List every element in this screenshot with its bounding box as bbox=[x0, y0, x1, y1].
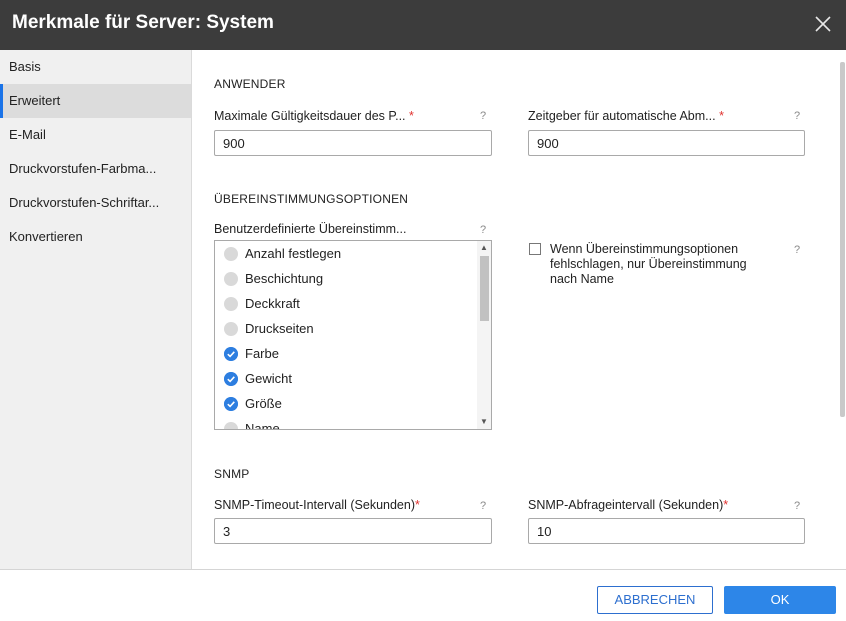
list-item-gewicht[interactable]: Gewicht bbox=[224, 369, 292, 389]
checkmark-icon bbox=[224, 346, 238, 361]
help-icon[interactable]: ? bbox=[480, 500, 486, 512]
sidebar-item-erweitert[interactable]: Erweitert bbox=[0, 84, 191, 118]
required-marker: * bbox=[719, 109, 724, 123]
scroll-down-icon[interactable]: ▼ bbox=[480, 417, 488, 426]
snmp-poll-label: SNMP-Abfrageintervall (Sekunden)* bbox=[528, 498, 729, 512]
required-marker: * bbox=[409, 109, 414, 123]
section-title-anwender: ANWENDER bbox=[214, 77, 286, 91]
list-item-groesse[interactable]: Größe bbox=[224, 394, 282, 414]
snmp-poll-input[interactable]: 10 bbox=[528, 518, 805, 544]
checkmark-icon bbox=[224, 371, 238, 386]
close-icon[interactable] bbox=[810, 11, 836, 37]
section-title-matching: ÜBEREINSTIMMUNGSOPTIONEN bbox=[214, 192, 409, 206]
unchecked-icon bbox=[224, 246, 238, 261]
list-scrollbar[interactable]: ▲ ▼ bbox=[477, 241, 491, 429]
help-icon[interactable]: ? bbox=[794, 500, 800, 512]
list-item-beschichtung[interactable]: Beschichtung bbox=[224, 269, 323, 289]
unchecked-icon bbox=[224, 296, 238, 311]
unchecked-icon bbox=[224, 321, 238, 336]
help-icon[interactable]: ? bbox=[794, 110, 800, 122]
cancel-button[interactable]: ABBRECHEN bbox=[597, 586, 713, 614]
scroll-up-icon[interactable]: ▲ bbox=[480, 243, 488, 252]
help-icon[interactable]: ? bbox=[480, 224, 486, 236]
list-item-druckseiten[interactable]: Druckseiten bbox=[224, 319, 314, 339]
snmp-timeout-label: SNMP-Timeout-Intervall (Sekunden)* bbox=[214, 498, 420, 512]
help-icon[interactable]: ? bbox=[794, 244, 800, 256]
list-item-anzahl-festlegen[interactable]: Anzahl festlegen bbox=[224, 244, 341, 264]
name-fallback-checkbox[interactable] bbox=[529, 243, 541, 255]
panel-scrollbar[interactable] bbox=[838, 50, 846, 569]
max-duration-input[interactable]: 900 bbox=[214, 130, 492, 156]
checkmark-icon bbox=[224, 396, 238, 411]
auto-logout-input[interactable]: 900 bbox=[528, 130, 805, 156]
sidebar-item-druckvorstufen-farbmanagement[interactable]: Druckvorstufen-Farbma... bbox=[0, 152, 191, 186]
sidebar-item-konvertieren[interactable]: Konvertieren bbox=[0, 220, 191, 254]
name-fallback-label: Wenn Übereinstimmungsoptionen fehlschlag… bbox=[550, 242, 747, 286]
list-item-deckkraft[interactable]: Deckkraft bbox=[224, 294, 300, 314]
unchecked-icon bbox=[224, 271, 238, 286]
custom-matching-label: Benutzerdefinierte Übereinstimm... bbox=[214, 222, 407, 236]
sidebar-item-email[interactable]: E-Mail bbox=[0, 118, 191, 152]
matching-options-list[interactable]: Anzahl festlegen Beschichtung Deckkraft … bbox=[214, 240, 492, 430]
required-marker: * bbox=[723, 498, 729, 512]
list-item-name[interactable]: Name bbox=[224, 419, 280, 429]
panel-scrollbar-thumb[interactable] bbox=[840, 62, 845, 417]
sidebar-item-basis[interactable]: Basis bbox=[0, 50, 191, 84]
dialog-footer: ABBRECHEN OK bbox=[0, 569, 846, 621]
max-duration-label: Maximale Gültigkeitsdauer des P... * bbox=[214, 109, 414, 123]
ok-button[interactable]: OK bbox=[724, 586, 836, 614]
snmp-timeout-input[interactable]: 3 bbox=[214, 518, 492, 544]
dialog-title: Merkmale für Server: System bbox=[12, 12, 274, 33]
required-marker: * bbox=[415, 498, 420, 512]
sidebar-item-druckvorstufen-schriftarten[interactable]: Druckvorstufen-Schriftar... bbox=[0, 186, 191, 220]
section-title-snmp: SNMP bbox=[214, 467, 250, 481]
settings-panel: ANWENDER Maximale Gültigkeitsdauer des P… bbox=[193, 50, 846, 569]
auto-logout-label: Zeitgeber für automatische Abm... * bbox=[528, 109, 724, 123]
unchecked-icon bbox=[224, 421, 238, 429]
list-scrollbar-thumb[interactable] bbox=[480, 256, 489, 321]
dialog-titlebar: Merkmale für Server: System bbox=[0, 0, 846, 50]
sidebar-nav: Basis Erweitert E-Mail Druckvorstufen-Fa… bbox=[0, 50, 192, 569]
list-item-farbe[interactable]: Farbe bbox=[224, 344, 279, 364]
help-icon[interactable]: ? bbox=[480, 110, 486, 122]
